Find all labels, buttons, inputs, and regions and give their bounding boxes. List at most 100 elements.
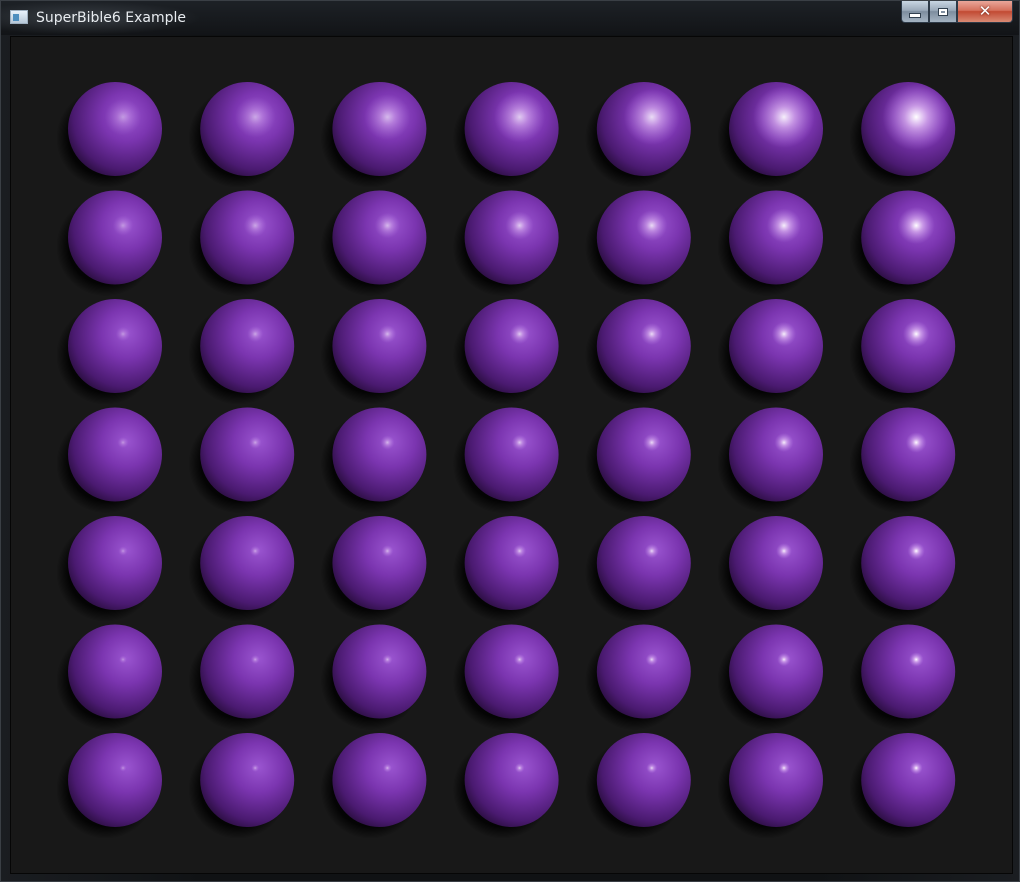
sphere-specular-highlight <box>378 325 397 343</box>
sphere-r7-c4 <box>452 733 559 839</box>
sphere-r7-c3 <box>320 733 427 839</box>
sphere-body <box>332 733 427 827</box>
sphere-r6-c6 <box>717 624 823 731</box>
sphere-specular-highlight <box>248 436 262 449</box>
sphere-body <box>464 624 559 719</box>
sphere-specular-highlight <box>640 323 663 345</box>
sphere-r5-c7 <box>849 516 956 622</box>
sphere-body <box>200 733 295 827</box>
sphere-specular-highlight <box>623 89 680 145</box>
window-title: SuperBible6 Example <box>36 10 186 26</box>
sphere-specular-highlight <box>247 326 264 342</box>
sphere-specular-highlight <box>374 212 401 239</box>
sphere-r3-c3 <box>320 299 427 405</box>
sphere-specular-highlight <box>364 94 411 140</box>
sphere-r4-c1 <box>56 407 162 514</box>
sphere-specular-highlight <box>251 764 260 772</box>
close-button[interactable]: ✕ <box>957 1 1013 23</box>
sphere-r2-c5 <box>584 190 691 297</box>
sphere-body <box>596 733 691 827</box>
sphere-specular-highlight <box>882 83 950 151</box>
sphere-specular-highlight <box>513 544 527 558</box>
sphere-r3-c6 <box>717 299 823 405</box>
sphere-specular-highlight <box>909 761 923 775</box>
sphere-r5-c4 <box>452 516 559 622</box>
sphere-r2-c1 <box>56 190 162 297</box>
sphere-specular-highlight <box>509 324 530 344</box>
sphere-r4-c2 <box>188 407 295 514</box>
sphere-r2-c2 <box>188 190 295 297</box>
sphere-specular-highlight <box>250 655 260 664</box>
sphere-specular-highlight <box>636 210 668 241</box>
sphere-specular-highlight <box>905 432 927 453</box>
minimize-button[interactable] <box>901 1 929 23</box>
sphere-r6-c7 <box>849 624 956 731</box>
sphere-body <box>861 624 956 719</box>
sphere-body <box>729 733 823 827</box>
app-icon-pane <box>13 14 19 21</box>
sphere-r3-c4 <box>452 299 559 405</box>
sphere-body <box>729 516 823 610</box>
app-window-icon[interactable] <box>10 10 28 24</box>
sphere-grid-canvas <box>56 82 956 839</box>
sphere-body <box>464 407 559 502</box>
sphere-specular-highlight <box>511 434 528 451</box>
sphere-body <box>332 407 427 502</box>
sphere-r4-c5 <box>584 407 691 514</box>
sphere-r5-c2 <box>188 516 295 622</box>
sphere-body <box>68 299 162 393</box>
sphere-body <box>596 624 691 719</box>
sphere-specular-highlight <box>381 545 394 557</box>
sphere-specular-highlight <box>514 653 526 666</box>
sphere-r5-c1 <box>56 516 162 622</box>
sphere-specular-highlight <box>119 655 127 664</box>
sphere-r1-c3 <box>320 82 427 188</box>
sphere-r4-c6 <box>717 407 823 514</box>
title-bar[interactable]: SuperBible6 Example ✕ <box>1 1 1019 35</box>
sphere-r2-c4 <box>452 190 559 297</box>
sphere-r2-c3 <box>320 190 427 297</box>
sphere-body <box>68 516 162 610</box>
sphere-r5-c3 <box>320 516 427 622</box>
sphere-body <box>596 299 691 393</box>
sphere-body <box>861 407 956 502</box>
close-icon: ✕ <box>978 2 992 20</box>
maximize-icon <box>938 7 948 16</box>
sphere-specular-highlight <box>777 652 791 667</box>
sphere-specular-highlight <box>104 98 142 136</box>
sphere-body <box>729 407 823 502</box>
sphere-body <box>332 624 427 719</box>
sphere-r3-c2 <box>188 299 295 405</box>
sphere-r2-c6 <box>717 190 823 297</box>
sphere-specular-highlight <box>380 435 395 450</box>
sphere-r7-c5 <box>584 733 691 839</box>
sphere-specular-highlight <box>897 206 935 245</box>
sphere-r1-c7 <box>849 82 956 188</box>
sphere-r4-c4 <box>452 407 559 514</box>
sphere-body <box>729 299 823 393</box>
sphere-body <box>200 299 295 393</box>
sphere-r6-c4 <box>452 624 559 731</box>
sphere-body <box>200 407 295 502</box>
sphere-specular-highlight <box>243 214 267 237</box>
sphere-r4-c3 <box>320 407 427 514</box>
maximize-button[interactable] <box>929 1 957 23</box>
sphere-body <box>861 733 956 827</box>
sphere-specular-highlight <box>505 211 534 240</box>
sphere-r7-c7 <box>849 733 956 839</box>
sphere-r6-c5 <box>584 624 691 731</box>
sphere-body <box>68 407 162 502</box>
sphere-r3-c7 <box>849 299 956 405</box>
sphere-specular-highlight <box>645 653 658 666</box>
render-viewport[interactable] <box>10 36 1013 874</box>
minimize-icon <box>909 13 921 18</box>
sphere-r3-c1 <box>56 299 162 405</box>
application-window: SuperBible6 Example ✕ <box>0 0 1020 882</box>
sphere-body <box>68 733 162 827</box>
sphere-specular-highlight <box>753 86 815 148</box>
sphere-specular-highlight <box>646 762 658 774</box>
sphere-specular-highlight <box>903 320 930 348</box>
sphere-specular-highlight <box>494 91 546 143</box>
caption-buttons: ✕ <box>901 1 1013 25</box>
sphere-body <box>332 299 427 393</box>
